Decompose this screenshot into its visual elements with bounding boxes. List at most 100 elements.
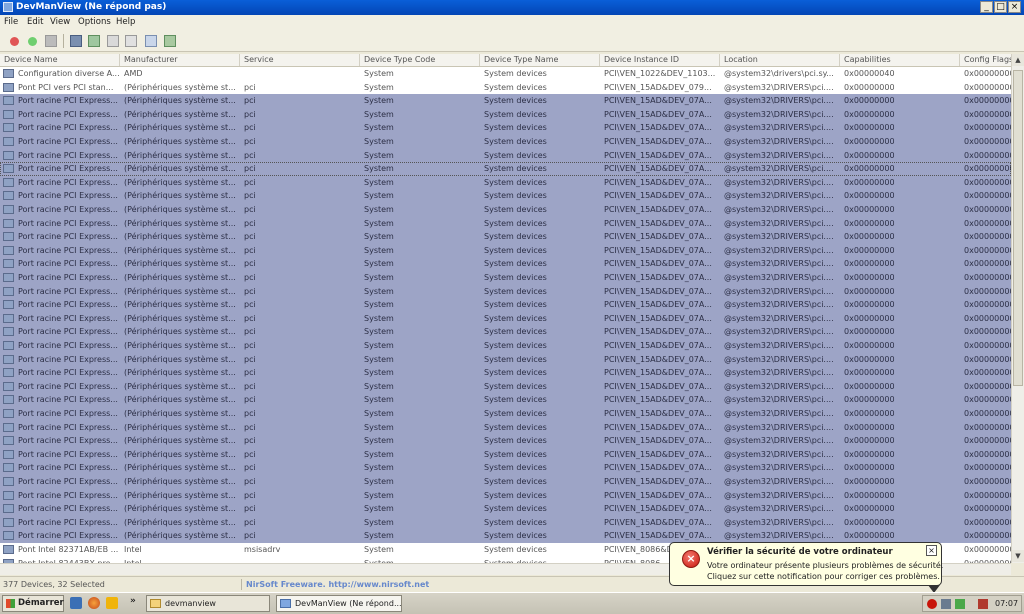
notification-close-button[interactable]: × (926, 545, 937, 556)
table-row[interactable]: Port racine PCI Express... (Périphériques… (0, 271, 1011, 285)
table-row[interactable]: Port racine PCI Express... (Périphériques… (0, 175, 1011, 190)
taskbar-item-devmanview-app[interactable]: DevManView (Ne répond... (276, 595, 402, 612)
cell-capabilities: 0x00000000 (844, 381, 895, 391)
table-row[interactable]: Port racine PCI Express... (Périphériques… (0, 339, 1011, 353)
cell-config-flags: 0x00000000 (964, 477, 1011, 486)
table-row[interactable]: Port racine PCI Express... (Périphériques… (0, 135, 1011, 149)
vertical-scrollbar[interactable]: ▲ ▼ (1011, 54, 1024, 563)
cell-service: pci (244, 300, 256, 310)
firefox-icon[interactable] (88, 597, 100, 609)
table-row[interactable]: Port racine PCI Express... (Périphériques… (0, 107, 1011, 122)
device-icon (3, 205, 14, 214)
device-icon (3, 245, 14, 255)
table-row[interactable]: Port racine PCI Express... (Périphériques… (0, 352, 1011, 367)
table-row[interactable]: Pont PCI vers PCI stan... (Périphériques … (0, 81, 1011, 95)
table-row[interactable]: Port racine PCI Express... (Périphériques… (0, 162, 1011, 176)
scroll-down-icon[interactable]: ▼ (1012, 550, 1024, 562)
cell-device-instance-id: PCI\VEN_15AD&DEV_07A... (604, 300, 712, 310)
security-alert-icon[interactable] (927, 599, 937, 609)
maximize-button[interactable]: □ (994, 1, 1007, 13)
table-row[interactable]: Configuration diverse A... AMD System Syste… (0, 67, 1011, 81)
table-row[interactable]: Port racine PCI Express... (Périphériques… (0, 298, 1011, 312)
copy-icon[interactable] (107, 35, 119, 47)
table-row[interactable]: Port racine PCI Express... (Périphériques… (0, 230, 1011, 244)
save-icon[interactable] (70, 35, 82, 47)
table-row[interactable]: Port racine PCI Express... (Périphériques… (0, 393, 1011, 407)
column-header-device-name[interactable]: Device Name (0, 54, 120, 66)
table-row[interactable]: Port racine PCI Express... (Périphériques… (0, 515, 1011, 530)
cell-location: @system32\DRIVERS\pci.... (724, 286, 834, 296)
menu-file[interactable]: File (4, 17, 18, 28)
table-row[interactable]: Port racine PCI Express... (Périphériques… (0, 284, 1011, 299)
scroll-up-icon[interactable]: ▲ (1012, 54, 1024, 66)
table-row[interactable]: Port racine PCI Express... (Périphériques… (0, 148, 1011, 163)
menu-edit[interactable]: Edit (27, 17, 43, 28)
table-row[interactable]: Port racine PCI Express... (Périphériques… (0, 488, 1011, 503)
cell-capabilities: 0x00000000 (844, 123, 895, 133)
title-bar[interactable]: DevManView (Ne répond pas) _ □ × (0, 0, 1024, 15)
table-row[interactable]: Port racine PCI Express... (Périphériques… (0, 121, 1011, 135)
table-row[interactable]: Port racine PCI Express... (Périphériques… (0, 379, 1011, 394)
cell-location: @system32\DRIVERS\pci.... (724, 205, 834, 214)
device-icon (3, 313, 14, 323)
column-header-location[interactable]: Location (720, 54, 840, 66)
cell-device-name: Port racine PCI Express... (18, 395, 118, 405)
cell-location: @system32\DRIVERS\pci.... (724, 354, 834, 364)
menu-view[interactable]: View (50, 17, 70, 28)
close-button[interactable]: × (1008, 1, 1021, 13)
antivirus-icon[interactable] (955, 599, 965, 609)
table-row[interactable]: Port racine PCI Express... (Périphériques… (0, 502, 1011, 516)
html-report-icon[interactable] (125, 35, 137, 47)
safely-remove-icon[interactable] (978, 599, 988, 609)
table-row[interactable]: Port racine PCI Express... (Périphériques… (0, 243, 1011, 258)
column-header-config-flags[interactable]: Config Flags (960, 54, 1011, 66)
table-row[interactable]: Port racine PCI Express... (Périphériques… (0, 407, 1011, 421)
media-player-icon[interactable] (106, 597, 118, 609)
table-row[interactable]: Port racine PCI Express... (Périphériques… (0, 203, 1011, 217)
menu-options[interactable]: Options (78, 17, 111, 28)
column-header-device-type-name[interactable]: Device Type Name (480, 54, 600, 66)
cell-config-flags: 0x00000000 (964, 218, 1011, 228)
exit-icon[interactable] (164, 35, 176, 47)
security-notification[interactable]: × Vérifier la sécurité de votre ordinate… (669, 542, 943, 593)
column-header-manufacturer[interactable]: Manufacturer (120, 54, 240, 66)
table-row[interactable]: Port racine PCI Express... (Périphériques… (0, 311, 1011, 326)
table-row[interactable]: Port racine PCI Express... (Périphériques… (0, 94, 1011, 108)
menu-help[interactable]: Help (116, 17, 135, 28)
clock[interactable]: 07:07 (995, 596, 1018, 611)
quick-launch-expand-icon[interactable]: » (130, 596, 136, 606)
table-row[interactable]: Port racine PCI Express... (Périphériques… (0, 447, 1011, 462)
scroll-thumb[interactable] (1013, 70, 1023, 386)
enable-device-icon[interactable] (28, 37, 37, 46)
table-row[interactable]: Port racine PCI Express... (Périphériques… (0, 461, 1011, 475)
table-row[interactable]: Port racine PCI Express... (Périphériques… (0, 366, 1011, 380)
disable-device-icon[interactable] (10, 37, 19, 46)
cell-device-instance-id: PCI\VEN_15AD&DEV_07A... (604, 109, 712, 119)
table-row[interactable]: Port racine PCI Express... (Périphériques… (0, 325, 1011, 339)
network-icon[interactable] (941, 599, 951, 609)
cell-device-type-name: System devices (484, 545, 547, 554)
table-row[interactable]: Port racine PCI Express... (Périphériques… (0, 216, 1011, 231)
column-header-device-instance-id[interactable]: Device Instance ID (600, 54, 720, 66)
show-desktop-icon[interactable] (70, 597, 82, 609)
table-row[interactable]: Port racine PCI Express... (Périphériques… (0, 257, 1011, 271)
properties-icon[interactable] (145, 35, 157, 47)
nirsoft-link[interactable]: NirSoft Freeware. http://www.nirsoft.net (246, 579, 429, 590)
start-button[interactable]: Démarrer (2, 595, 64, 612)
refresh-icon[interactable] (88, 35, 100, 47)
minimize-button[interactable]: _ (980, 1, 993, 13)
column-header-device-type-code[interactable]: Device Type Code (360, 54, 480, 66)
uninstall-icon[interactable] (45, 35, 57, 47)
table-row[interactable]: Port racine PCI Express... (Périphériques… (0, 420, 1011, 435)
table-row[interactable]: Port racine PCI Express... (Périphériques… (0, 529, 1011, 543)
table-row[interactable]: Port racine PCI Express... (Périphériques… (0, 189, 1011, 203)
cell-config-flags: 0x00000000 (964, 490, 1011, 500)
table-row[interactable]: Port racine PCI Express... (Périphériques… (0, 475, 1011, 489)
cell-capabilities: 0x00000000 (844, 150, 895, 160)
device-list[interactable]: Device Name Manufacturer Service Device … (0, 54, 1011, 563)
column-header-capabilities[interactable]: Capabilities (840, 54, 960, 66)
column-header-service[interactable]: Service (240, 54, 360, 66)
taskbar-item-devmanview-folder[interactable]: devmanview (146, 595, 270, 612)
cell-device-type-code: System (364, 286, 394, 296)
table-row[interactable]: Port racine PCI Express... (Périphériques… (0, 434, 1011, 448)
